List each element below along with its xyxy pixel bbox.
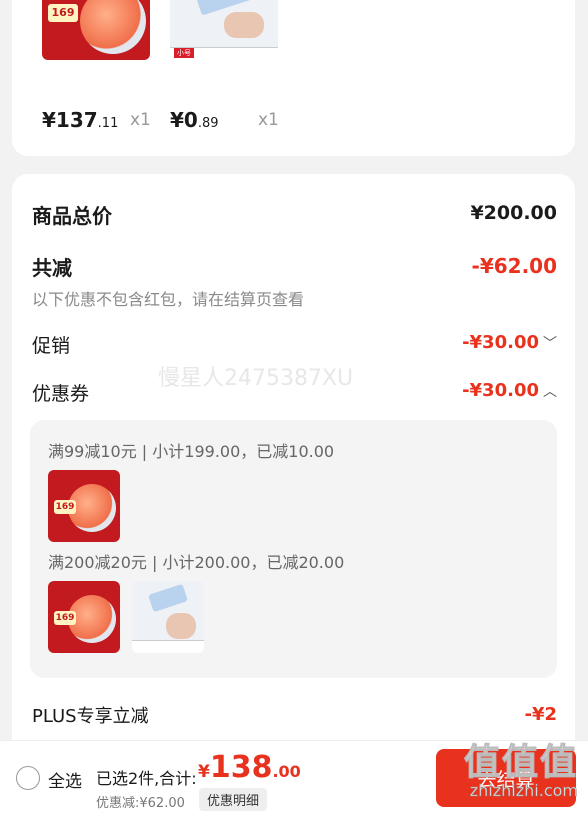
user-watermark: 慢星人2475387XU [158, 366, 354, 391]
brand-url: zhizhizhi.com [469, 781, 579, 800]
coupon-line-1: 满99减10元 | 小计199.00，已减10.00 [48, 442, 335, 461]
product-price-badge: 169 [54, 611, 76, 625]
coupon-product-thumb-eraser[interactable] [132, 581, 204, 653]
caption-band [132, 640, 204, 653]
plus-discount-value: -¥2 [524, 704, 557, 725]
discount-detail-button[interactable]: 优惠明细 [199, 788, 268, 811]
product-price-badge: 169 [48, 4, 78, 22]
coupon-product-thumb-shrimp-2[interactable]: 169 [48, 581, 120, 653]
saved-amount: 优惠减:¥62.00 [96, 796, 185, 811]
chevron-down-icon[interactable]: ﹀ [543, 336, 557, 352]
coupon-row[interactable]: -¥30.00 ︿ [462, 380, 557, 401]
promo-value: -¥30.00 [462, 332, 539, 353]
price-summary-card: 商品总价 ¥200.00 共减 -¥62.00 以下优惠不包含红包，请在结算页查… [12, 174, 575, 774]
chevron-up-icon[interactable]: ︿ [543, 384, 557, 400]
hand-image [166, 613, 196, 639]
coupon-label: 优惠券 [32, 383, 90, 405]
goods-total-label: 商品总价 [32, 204, 112, 228]
select-all-radio[interactable] [16, 766, 40, 790]
promo-row[interactable]: -¥30.00 ﹀ [462, 332, 557, 353]
discount-note: 以下优惠不包含红包，请在结算页查看 [32, 290, 305, 309]
discount-label: 共减 [32, 256, 72, 280]
promo-label: 促销 [32, 335, 71, 357]
product-qty-eraser: x1 [258, 110, 279, 130]
selected-count-label: 已选2件,合计: [96, 769, 197, 788]
eraser-block-image [148, 583, 188, 613]
site-brand-watermark: 值值值 zhizhizhi.com [463, 733, 579, 801]
product-tag: 小号 [174, 48, 194, 58]
discount-value: -¥62.00 [471, 254, 557, 278]
select-all-label[interactable]: 全选 [48, 767, 82, 792]
coupon-value: -¥30.00 [462, 380, 539, 401]
product-price-badge: 169 [54, 500, 76, 514]
cart-items-card: 169 小号 ¥137.11 x1 ¥0.89 x1 [12, 0, 575, 156]
product-qty-shrimp: x1 [130, 110, 151, 130]
shrimp-plate-image [80, 0, 146, 54]
product-price-shrimp: ¥137.11 [42, 108, 119, 132]
product-price-eraser: ¥0.89 [170, 108, 219, 132]
brand-logo: 值值值 [463, 742, 578, 784]
coupon-line-2: 满200减20元 | 小计200.00，已减20.00 [48, 553, 345, 572]
product-thumb-shrimp[interactable]: 169 [42, 0, 150, 60]
plus-discount-label: PLUS专享立减 [32, 706, 149, 727]
goods-total-value: ¥200.00 [470, 202, 557, 224]
total-amount: ¥138.00 [198, 750, 301, 785]
product-thumb-eraser[interactable]: 小号 [170, 0, 278, 60]
hand-image [224, 12, 264, 38]
coupon-product-thumb-shrimp[interactable]: 169 [48, 470, 120, 542]
coupon-detail-panel: 满99减10元 | 小计199.00，已减10.00 169 满200减20元 … [30, 420, 557, 678]
